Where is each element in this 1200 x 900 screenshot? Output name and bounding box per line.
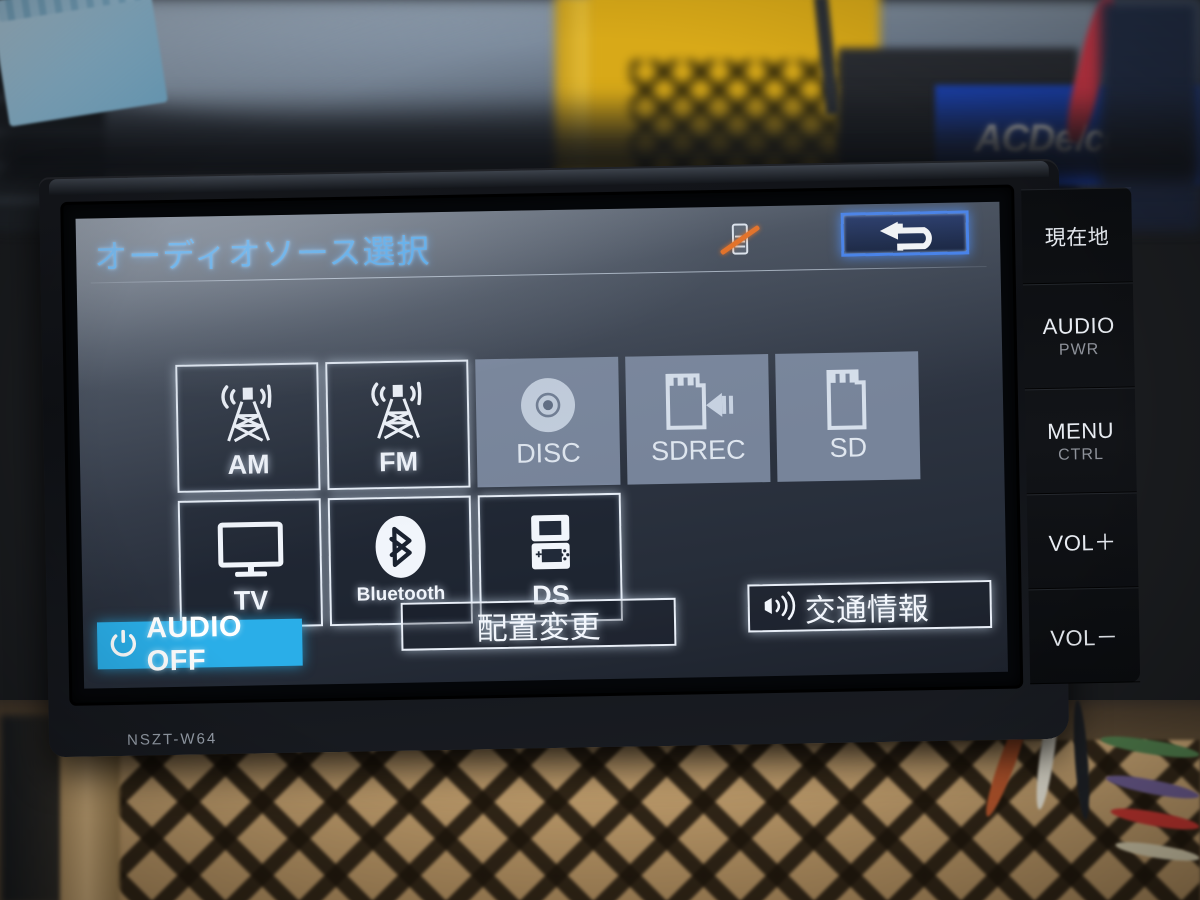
hard-key-volume-down[interactable]: VOL－ (1028, 587, 1141, 685)
photo-scene: ACDelco NSZT-W64 オーディオソース選択 (0, 0, 1200, 900)
hard-key-label: VOL＋ (1048, 529, 1117, 556)
back-button[interactable] (840, 210, 970, 257)
hard-key-sublabel: CTRL (1057, 445, 1105, 464)
source-button-fm[interactable]: FM (325, 359, 471, 491)
hard-key-audio-pwr[interactable]: AUDIO PWR (1022, 282, 1135, 390)
source-button-sd[interactable]: SD (775, 351, 921, 482)
source-button-am[interactable]: AM (175, 362, 321, 493)
disc-icon (514, 370, 581, 441)
hard-key-current-location[interactable]: 現在地 (1021, 187, 1133, 285)
car-navigation-head-unit: NSZT-W64 オーディオソース選択 AM FM DISC SDREC SD … (38, 158, 1141, 758)
traffic-info-button[interactable]: 交通情報 (747, 580, 993, 633)
tv-icon (211, 511, 288, 588)
rearrange-button[interactable]: 配置変更 (400, 597, 677, 651)
page-title: オーディオソース選択 (93, 231, 431, 277)
source-label: FM (378, 446, 419, 478)
source-button-sdrec[interactable]: SDREC (625, 354, 771, 485)
hard-key-volume-up[interactable]: VOL＋ (1026, 492, 1139, 590)
source-label: DISC (515, 437, 581, 469)
no-phone-icon (719, 218, 762, 261)
sd-record-icon (655, 367, 740, 439)
model-number-label: NSZT-W64 (126, 730, 218, 749)
power-icon (110, 629, 137, 662)
radio-tower-icon (211, 375, 284, 452)
source-button-disc[interactable]: DISC (475, 356, 621, 488)
source-label: SD (829, 432, 868, 463)
audio-off-button[interactable]: AUDIO OFF (96, 610, 303, 677)
screen-header: オーディオソース選択 (76, 202, 1001, 285)
bluetooth-icon (368, 508, 431, 585)
hard-key-label: MENU (1046, 417, 1115, 444)
radio-tower-icon (361, 372, 434, 449)
rearrange-label: 配置変更 (476, 608, 601, 647)
audio-off-label: AUDIO OFF (145, 610, 243, 677)
screen-bezel: オーディオソース選択 AM FM DISC SDREC SD TV Blueto… (63, 187, 1021, 703)
sd-card-icon (818, 364, 877, 435)
hard-key-label: VOL－ (1050, 624, 1119, 651)
hard-key-label: 現在地 (1044, 224, 1110, 250)
hard-key-sublabel: PWR (1058, 340, 1100, 359)
traffic-label: 交通情報 (804, 590, 930, 629)
hard-key-menu-ctrl[interactable]: MENU CTRL (1024, 387, 1137, 495)
hard-key-panel: 現在地 AUDIO PWR MENU CTRL VOL＋ VOL－ (1021, 187, 1141, 685)
broadcast-icon (761, 590, 796, 626)
source-label: SDREC (650, 434, 746, 467)
hard-key-label: AUDIO (1042, 312, 1115, 339)
source-label: AM (227, 449, 270, 480)
nintendo-ds-icon (516, 505, 583, 582)
touchscreen[interactable]: オーディオソース選択 AM FM DISC SDREC SD TV Blueto… (75, 201, 1008, 689)
background-tan-lattice-crate (60, 740, 1200, 900)
